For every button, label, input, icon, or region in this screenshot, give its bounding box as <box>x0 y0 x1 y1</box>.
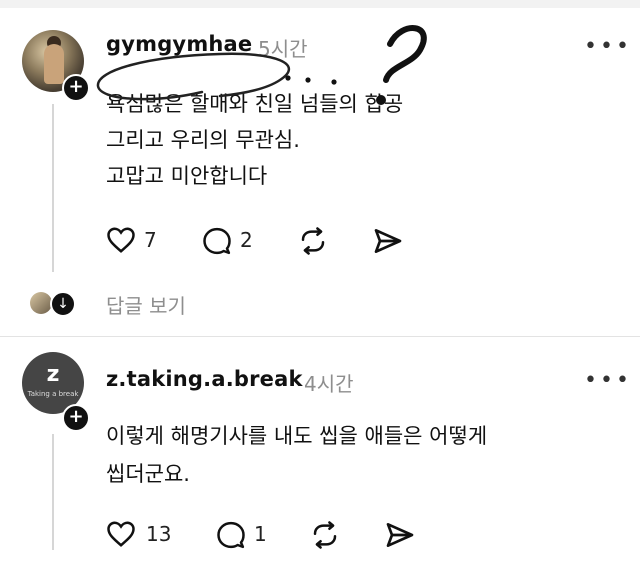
comment-count: 2 <box>240 228 253 252</box>
repost-icon[interactable] <box>298 226 328 256</box>
post-text-line: 씹더군요. <box>106 462 190 486</box>
ellipsis-dot <box>285 75 291 81</box>
heart-icon[interactable] <box>106 226 136 254</box>
post-text-line: 이렇게 해명기사를 내도 씹을 애들은 어떻게 <box>106 424 488 448</box>
avatar-tagline: Taking a break <box>27 390 79 398</box>
circle-scribble <box>96 52 291 101</box>
question-mark-dot <box>376 95 386 105</box>
post-text-line: 그리고 우리의 무관심. <box>106 128 300 152</box>
avatar-letter: z <box>46 362 60 387</box>
share-icon[interactable] <box>372 226 404 256</box>
handwritten-annotation <box>96 25 427 105</box>
comment-icon[interactable] <box>216 520 246 550</box>
like-count: 7 <box>144 228 157 252</box>
more-dots-icon[interactable]: ••• <box>584 34 632 59</box>
comment-icon[interactable] <box>202 226 232 256</box>
post-text-line: 고맙고 미안합니다 <box>106 164 268 188</box>
top-separator <box>0 0 640 8</box>
ellipsis-dot <box>331 79 337 85</box>
username[interactable]: z.taking.a.break <box>106 367 303 391</box>
view-replies-link[interactable]: 답글 보기 <box>106 290 186 319</box>
like-count: 13 <box>146 522 172 546</box>
comment-count: 1 <box>254 522 267 546</box>
thread-line <box>52 434 54 550</box>
arrow-down-icon[interactable]: ↓ <box>50 291 76 317</box>
question-mark-scribble <box>383 25 427 83</box>
repost-icon[interactable] <box>310 520 340 550</box>
follow-plus-icon[interactable]: + <box>62 74 90 102</box>
heart-icon[interactable] <box>106 520 136 548</box>
divider <box>0 336 640 337</box>
ellipsis-dot <box>305 77 311 83</box>
follow-plus-icon[interactable]: + <box>62 404 90 432</box>
thread-line <box>52 104 54 272</box>
avatar-figure-body <box>44 44 64 84</box>
more-dots-icon[interactable]: ••• <box>584 368 632 393</box>
share-icon[interactable] <box>384 520 416 550</box>
reply-avatar <box>30 292 52 314</box>
timestamp: 4시간 <box>304 372 354 396</box>
